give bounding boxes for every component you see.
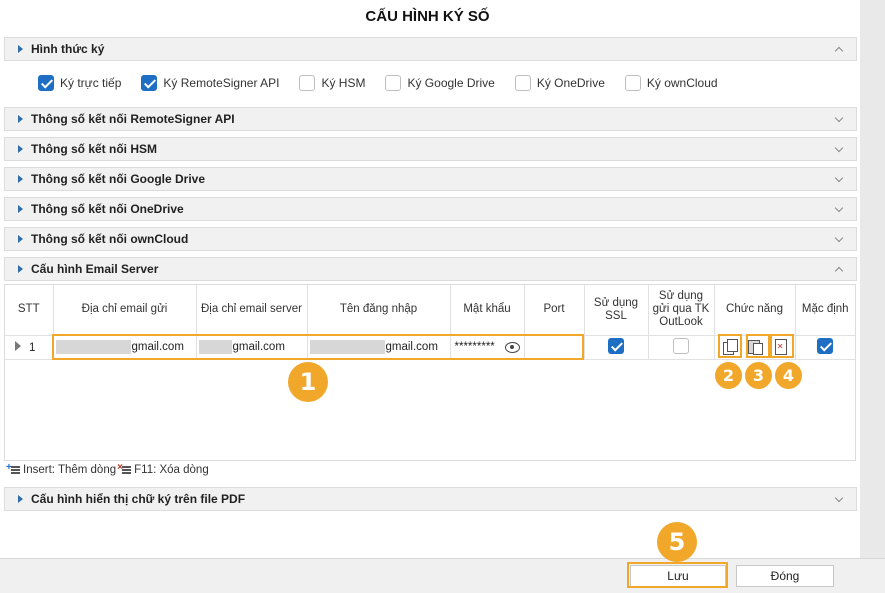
panel-hsm[interactable]: Thông số kết nối HSM: [4, 137, 857, 161]
expand-arrow-icon: [18, 145, 23, 153]
expand-arrow-icon: [18, 495, 23, 503]
option-label: Ký HSM: [321, 76, 366, 90]
checkbox-icon[interactable]: [38, 75, 54, 91]
expand-arrow-icon: [18, 175, 23, 183]
panel-onedrive[interactable]: Thông số kết nối OneDrive: [4, 197, 857, 221]
option-label: Ký Google Drive: [407, 76, 495, 90]
option-label: Ký ownCloud: [646, 76, 718, 90]
panel-title: Thông số kết nối RemoteSigner API: [31, 112, 235, 126]
highlight-paste: [746, 334, 770, 358]
chevron-down-icon[interactable]: [835, 175, 844, 184]
checkbox-icon[interactable]: [299, 75, 316, 91]
option-label: Ký OneDrive: [536, 76, 605, 90]
panel-pdf-display[interactable]: Cấu hình hiển thị chữ ký trên file PDF: [4, 487, 857, 511]
header-stt: STT: [5, 285, 54, 336]
expand-arrow-icon: [18, 45, 23, 53]
highlight-test: [770, 334, 794, 358]
option-label: Ký RemoteSigner API: [163, 76, 280, 90]
default-checkbox[interactable]: [817, 337, 834, 354]
option-direct-sign[interactable]: Ký trực tiếp: [38, 75, 121, 91]
checkbox-icon[interactable]: [514, 75, 531, 91]
expand-arrow-icon: [18, 205, 23, 213]
option-hsm[interactable]: Ký HSM: [299, 75, 365, 91]
delete-row-icon: [117, 462, 132, 475]
option-onedrive[interactable]: Ký OneDrive: [514, 75, 605, 91]
checkbox-icon[interactable]: [385, 75, 402, 91]
ssl-checkbox[interactable]: [608, 337, 624, 354]
insert-hint: Insert: Thêm dòng: [23, 464, 117, 476]
row-number: 1: [29, 341, 36, 354]
option-google-drive[interactable]: Ký Google Drive: [385, 75, 495, 91]
panel-google-drive[interactable]: Thông số kết nối Google Drive: [4, 167, 857, 191]
header-port: Port: [524, 285, 585, 336]
highlight-row-fields: [52, 334, 584, 360]
step-badge-1: 1: [288, 362, 328, 402]
option-owncloud[interactable]: Ký ownCloud: [624, 75, 718, 91]
chevron-up-icon[interactable]: [835, 45, 844, 54]
row-indicator-icon: [15, 340, 21, 351]
keyboard-hints: Insert: Thêm dòng F11: Xóa dòng: [6, 462, 209, 476]
header-sender-email: Địa chỉ email gửi: [53, 285, 197, 336]
sign-options: Ký trực tiếp Ký RemoteSigner API Ký HSM …: [38, 75, 738, 91]
insert-row-icon: [6, 462, 20, 475]
step-badge-4: 4: [775, 362, 802, 389]
panel-remote-signer[interactable]: Thông số kết nối RemoteSigner API: [4, 107, 857, 131]
cell-stt: 1: [5, 335, 54, 360]
step-badge-2: 2: [715, 362, 742, 389]
panel-owncloud[interactable]: Thông số kết nối ownCloud: [4, 227, 857, 251]
page-title: CẤU HÌNH KÝ SỐ: [365, 8, 490, 25]
header-password: Mật khẩu: [450, 285, 525, 336]
chevron-down-icon[interactable]: [835, 495, 844, 504]
panel-title: Thông số kết nối HSM: [31, 142, 157, 156]
step-badge-5: 5: [657, 522, 697, 562]
step-badge-3: 3: [745, 362, 772, 389]
checkbox-icon[interactable]: [141, 75, 158, 91]
panel-title: Thông số kết nối OneDrive: [31, 202, 184, 216]
expand-arrow-icon: [18, 115, 23, 123]
cell-default[interactable]: [795, 335, 855, 360]
header-functions: Chức năng: [714, 285, 796, 336]
chevron-down-icon[interactable]: [835, 145, 844, 154]
panel-title: Thông số kết nối Google Drive: [31, 172, 206, 186]
header-default: Mặc định: [795, 285, 855, 336]
expand-arrow-icon: [18, 235, 23, 243]
panel-sign-type[interactable]: Hình thức ký: [4, 37, 857, 61]
highlight-copy: [718, 334, 742, 358]
panel-title: Thông số kết nối ownCloud: [31, 232, 189, 246]
header-server-email: Địa chỉ email server: [196, 285, 308, 336]
highlight-save: [627, 562, 728, 588]
header-ssl: Sử dụng SSL: [584, 285, 649, 336]
expand-arrow-icon: [18, 265, 23, 273]
outlook-checkbox[interactable]: [673, 337, 689, 354]
delete-hint: F11: Xóa dòng: [134, 464, 209, 476]
chevron-down-icon[interactable]: [835, 205, 844, 214]
chevron-down-icon[interactable]: [835, 115, 844, 124]
option-label: Ký trực tiếp: [60, 76, 122, 90]
header-outlook: Sử dụng gửi qua TK OutLook: [648, 285, 715, 336]
option-remote-signer[interactable]: Ký RemoteSigner API: [141, 75, 279, 91]
close-button[interactable]: Đóng: [736, 565, 834, 587]
chevron-down-icon[interactable]: [835, 235, 844, 244]
header-username: Tên đăng nhập: [307, 285, 451, 336]
panel-title: Cấu hình Email Server: [31, 262, 159, 276]
cell-outlook[interactable]: [648, 335, 715, 360]
panel-title: Cấu hình hiển thị chữ ký trên file PDF: [31, 492, 246, 506]
vertical-scrollbar[interactable]: [860, 0, 885, 558]
panel-email-server[interactable]: Cấu hình Email Server: [4, 257, 857, 281]
checkbox-icon[interactable]: [624, 75, 641, 91]
cell-ssl[interactable]: [584, 335, 649, 360]
chevron-up-icon[interactable]: [835, 265, 844, 274]
panel-title: Hình thức ký: [31, 42, 105, 56]
